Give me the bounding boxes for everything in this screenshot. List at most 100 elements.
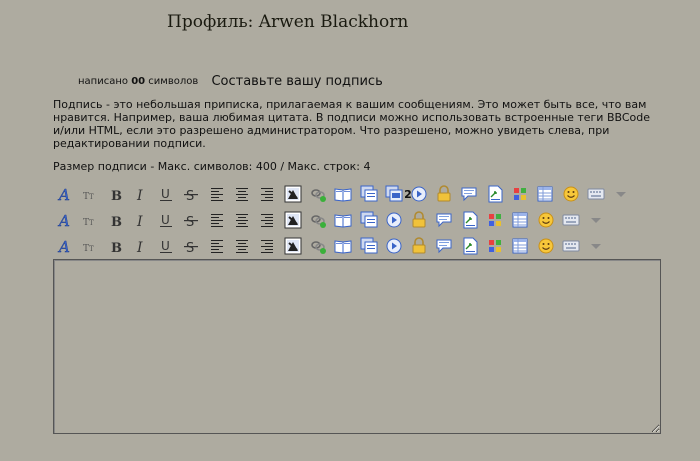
toolbar-button-doc[interactable]	[461, 237, 479, 255]
toolbar-button-dropdown[interactable]	[612, 185, 630, 203]
toolbar-button-bold[interactable]: B	[107, 211, 125, 229]
toolbar-button-smiley[interactable]	[537, 211, 555, 229]
toolbar-button-speech-bubble[interactable]	[460, 185, 478, 203]
toolbar-button-align-center[interactable]	[233, 211, 251, 229]
link-icon	[309, 185, 327, 203]
toolbar-button-align-left[interactable]	[208, 237, 226, 255]
toolbar-button-speech-bubble[interactable]	[435, 211, 453, 229]
align-center-icon	[234, 212, 250, 228]
toolbar-button-lock[interactable]	[435, 185, 453, 203]
book-icon	[334, 211, 352, 229]
toolbar-button-book[interactable]	[334, 211, 352, 229]
toolbar-button-table[interactable]	[511, 211, 529, 229]
align-right-icon	[259, 186, 275, 202]
toolbar-button-dropdown[interactable]	[587, 237, 605, 255]
toolbar-button-quote[interactable]	[360, 185, 378, 203]
svg-text:A: A	[57, 186, 70, 202]
bold-icon: B	[108, 212, 124, 228]
toolbar-button-table[interactable]	[536, 185, 554, 203]
toolbar-button-italic[interactable]: I	[132, 211, 150, 229]
toolbar-button-strikethrough[interactable]: S	[182, 185, 200, 203]
toolbar-button-keyboard[interactable]	[587, 185, 605, 203]
toolbar-button-dropdown[interactable]	[587, 211, 605, 229]
toolbar-button-font-size[interactable]: TT	[81, 237, 99, 255]
signature-editor[interactable]	[53, 259, 661, 434]
toolbar-button-underline[interactable]: U	[157, 237, 175, 255]
lock-icon	[410, 237, 428, 255]
bbcode-toolbar-3: A TT B I U S	[56, 236, 613, 256]
image-icon	[284, 211, 302, 229]
toolbar-button-link[interactable]	[309, 211, 327, 229]
page-title: Профиль: Arwen Blackhorn	[167, 12, 409, 32]
toolbar-button-strikethrough[interactable]: S	[182, 211, 200, 229]
toolbar-button-color[interactable]	[486, 211, 504, 229]
quote-icon	[360, 211, 378, 229]
toolbar-button-play[interactable]	[410, 185, 428, 203]
smiley-icon	[538, 212, 554, 228]
toolbar-button-link[interactable]	[309, 237, 327, 255]
toolbar-button-link[interactable]	[309, 185, 327, 203]
toolbar-button-font-size[interactable]: TT	[81, 185, 99, 203]
dropdown-icon	[588, 238, 604, 254]
toolbar-button-color[interactable]	[511, 185, 529, 203]
toolbar-button-quote[interactable]	[360, 237, 378, 255]
bbcode-toolbar-2: A TT B I U S	[56, 210, 613, 230]
toolbar-button-color[interactable]	[486, 237, 504, 255]
toolbar-button-table[interactable]	[511, 237, 529, 255]
code-icon	[385, 185, 403, 203]
toolbar-button-doc[interactable]	[486, 185, 504, 203]
toolbar-button-font[interactable]: A	[56, 211, 74, 229]
align-right-icon	[259, 212, 275, 228]
toolbar-button-underline[interactable]: U	[157, 211, 175, 229]
play-icon	[386, 238, 402, 254]
color-icon	[487, 238, 503, 254]
toolbar-button-play[interactable]	[385, 237, 403, 255]
speech-bubble-icon	[460, 185, 478, 203]
signature-description: Подпись - это небольшая приписка, прилаг…	[53, 98, 651, 150]
toolbar-button-image[interactable]	[284, 237, 302, 255]
toolbar-button-align-center[interactable]	[233, 237, 251, 255]
toolbar-button-lock[interactable]	[410, 237, 428, 255]
strikethrough-icon: S	[183, 186, 199, 202]
toolbar-button-underline[interactable]: U	[157, 185, 175, 203]
toolbar-button-align-center[interactable]	[233, 185, 251, 203]
toolbar-button-align-left[interactable]	[208, 185, 226, 203]
toolbar-button-keyboard[interactable]	[562, 237, 580, 255]
svg-text:A: A	[57, 238, 70, 254]
toolbar-button-font[interactable]: A	[56, 185, 74, 203]
toolbar-button-keyboard[interactable]	[562, 211, 580, 229]
toolbar-button-align-right[interactable]	[258, 211, 276, 229]
quote-icon	[360, 185, 378, 203]
toolbar-button-code[interactable]	[385, 185, 403, 203]
toolbar-button-smiley[interactable]	[537, 237, 555, 255]
toolbar-button-strikethrough[interactable]: S	[182, 237, 200, 255]
toolbar-button-image[interactable]	[284, 185, 302, 203]
font-icon: A	[57, 212, 73, 228]
toolbar-button-italic[interactable]: I	[132, 237, 150, 255]
toolbar-button-align-right[interactable]	[258, 237, 276, 255]
play-icon	[386, 212, 402, 228]
align-left-icon	[209, 238, 225, 254]
toolbar-button-font-size[interactable]: TT	[81, 211, 99, 229]
toolbar-button-align-right[interactable]	[258, 185, 276, 203]
toolbar-button-book[interactable]	[334, 185, 352, 203]
toolbar-button-doc[interactable]	[461, 211, 479, 229]
toolbar-button-italic[interactable]: I	[132, 185, 150, 203]
dropdown-icon	[588, 212, 604, 228]
toolbar-button-font[interactable]: A	[56, 237, 74, 255]
toolbar-button-bold[interactable]: B	[107, 185, 125, 203]
toolbar-button-lock[interactable]	[410, 211, 428, 229]
svg-text:B: B	[111, 215, 122, 228]
toolbar-button-book[interactable]	[334, 237, 352, 255]
toolbar-button-bold[interactable]: B	[107, 237, 125, 255]
lock-icon	[435, 185, 453, 203]
font-icon: A	[57, 186, 73, 202]
toolbar-button-speech-bubble[interactable]	[435, 237, 453, 255]
align-center-icon	[234, 186, 250, 202]
toolbar-button-align-left[interactable]	[208, 211, 226, 229]
toolbar-button-play[interactable]	[385, 211, 403, 229]
toolbar-button-quote[interactable]	[360, 211, 378, 229]
toolbar-button-image[interactable]	[284, 211, 302, 229]
quote-icon	[360, 237, 378, 255]
toolbar-button-smiley[interactable]	[562, 185, 580, 203]
